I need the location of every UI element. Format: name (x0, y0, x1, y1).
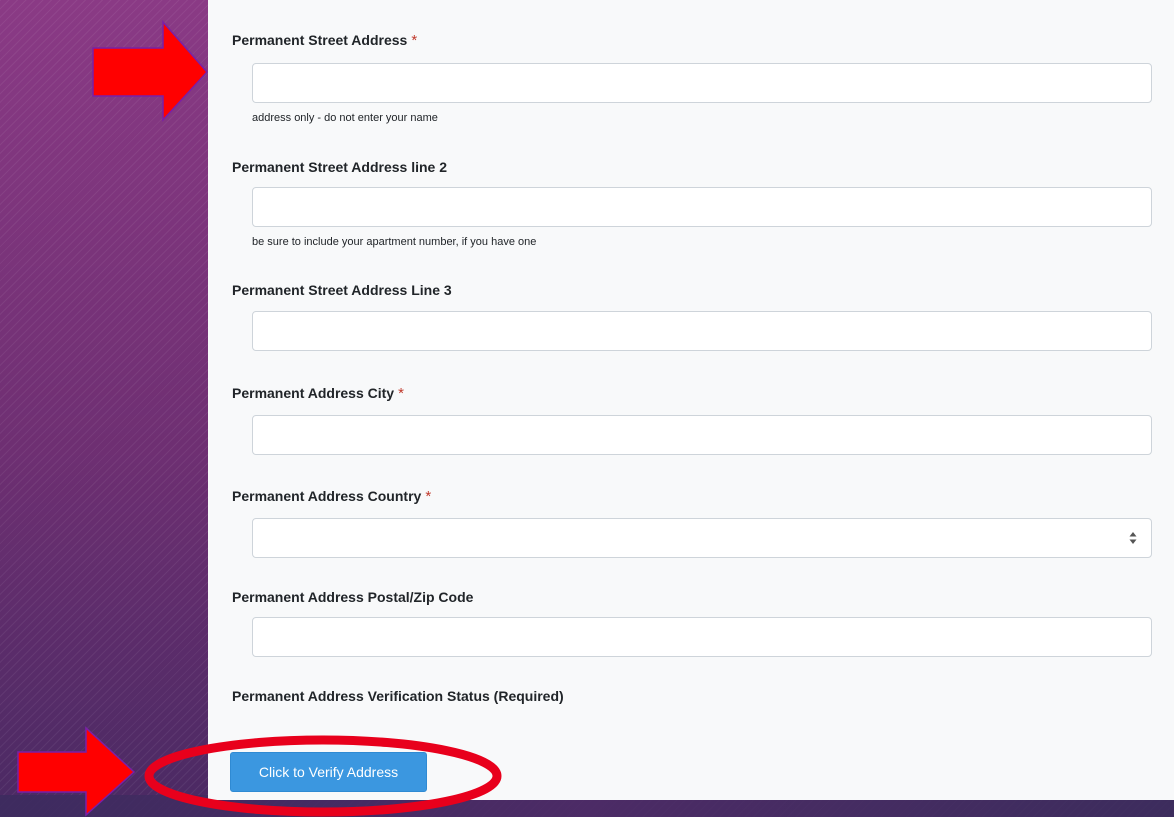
city-label-text: Permanent Address City (232, 385, 395, 401)
city-input[interactable] (252, 415, 1152, 455)
street-address-line2-label: Permanent Street Address line 2 (232, 159, 447, 175)
verification-status-label: Permanent Address Verification Status (R… (232, 688, 564, 704)
country-select[interactable] (252, 518, 1152, 558)
arrow-right-icon (92, 20, 209, 122)
city-label: Permanent Address City * (232, 385, 404, 402)
address-form-panel: Permanent Street Address * address only -… (208, 0, 1174, 800)
street-address-line2-label-text: Permanent Street Address line 2 (232, 159, 448, 175)
street-address-line3-label-text: Permanent Street Address Line 3 (232, 282, 452, 298)
verify-address-button[interactable]: Click to Verify Address (230, 752, 427, 792)
street-address-help-text: address only - do not enter your name (252, 112, 438, 124)
required-asterisk: * (411, 32, 418, 49)
required-asterisk: * (398, 385, 404, 402)
street-address-line2-help-text: be sure to include your apartment number… (252, 236, 537, 248)
verification-status-label-text: Permanent Address Verification Status (R… (232, 688, 564, 704)
street-address-label-text: Permanent Street Address (232, 32, 408, 48)
street-address-line3-input[interactable] (252, 311, 1152, 351)
select-arrows-icon (1129, 532, 1137, 544)
country-label: Permanent Address Country * (232, 488, 431, 505)
street-address-label: Permanent Street Address * (232, 32, 417, 49)
postal-code-label-text: Permanent Address Postal/Zip Code (232, 589, 474, 605)
postal-code-label: Permanent Address Postal/Zip Code (232, 589, 473, 605)
postal-code-input[interactable] (252, 617, 1152, 657)
street-address-line2-input[interactable] (252, 187, 1152, 227)
street-address-input[interactable] (252, 63, 1152, 103)
country-label-text: Permanent Address Country (232, 488, 422, 504)
street-address-line3-label: Permanent Street Address Line 3 (232, 282, 452, 298)
required-asterisk: * (425, 488, 432, 505)
